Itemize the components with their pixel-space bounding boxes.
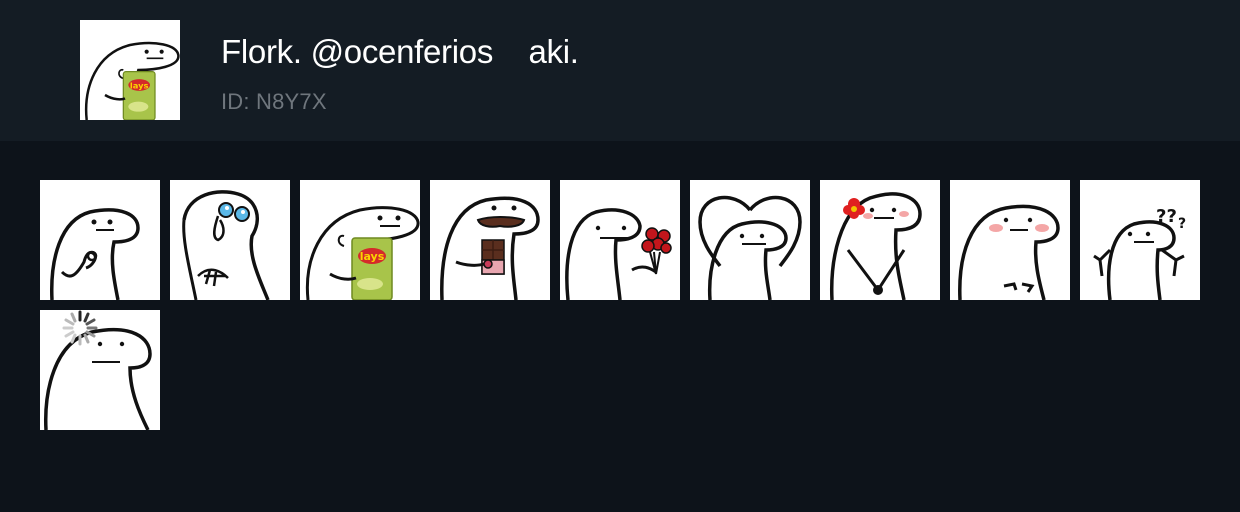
sticker-item[interactable] [690,180,810,300]
svg-text:?: ? [1178,216,1186,232]
pack-title: Flork. @ocenferios aki. [221,33,579,70]
sticker-item[interactable]: ?? ? [1080,180,1200,300]
sticker-item[interactable]: lays [300,180,420,300]
svg-text:??: ?? [1156,206,1177,227]
flork-chips-icon: lays [84,41,180,120]
svg-text:lays: lays [130,80,149,90]
flork-roses-icon [565,208,672,300]
sticker-item[interactable] [950,180,1070,300]
sticker-item[interactable] [430,180,550,300]
flork-blush-icon [958,204,1060,300]
svg-text:lays: lays [360,250,385,263]
flork-teary-eyes-icon [182,190,270,300]
flork-confused-icon: ?? ? [1093,206,1186,300]
sticker-item[interactable] [170,180,290,300]
sticker-item[interactable] [40,310,160,430]
pack-header: lays Flork. @ocenferios aki. ID: N8Y7X [0,0,1240,141]
flork-heart-icon [698,195,802,300]
sticker-item[interactable] [40,180,160,300]
flork-loading-icon [44,310,152,430]
flork-ok-hand-icon [50,208,140,300]
sticker-item[interactable] [820,180,940,300]
sticker-item[interactable] [560,180,680,300]
flork-flower-blush-icon [830,192,922,300]
pack-id: ID: N8Y7X [221,89,327,114]
flork-chips-icon: lays [305,206,420,300]
pack-thumbnail: lays [80,20,180,120]
flork-chocolate-icon [440,196,540,300]
